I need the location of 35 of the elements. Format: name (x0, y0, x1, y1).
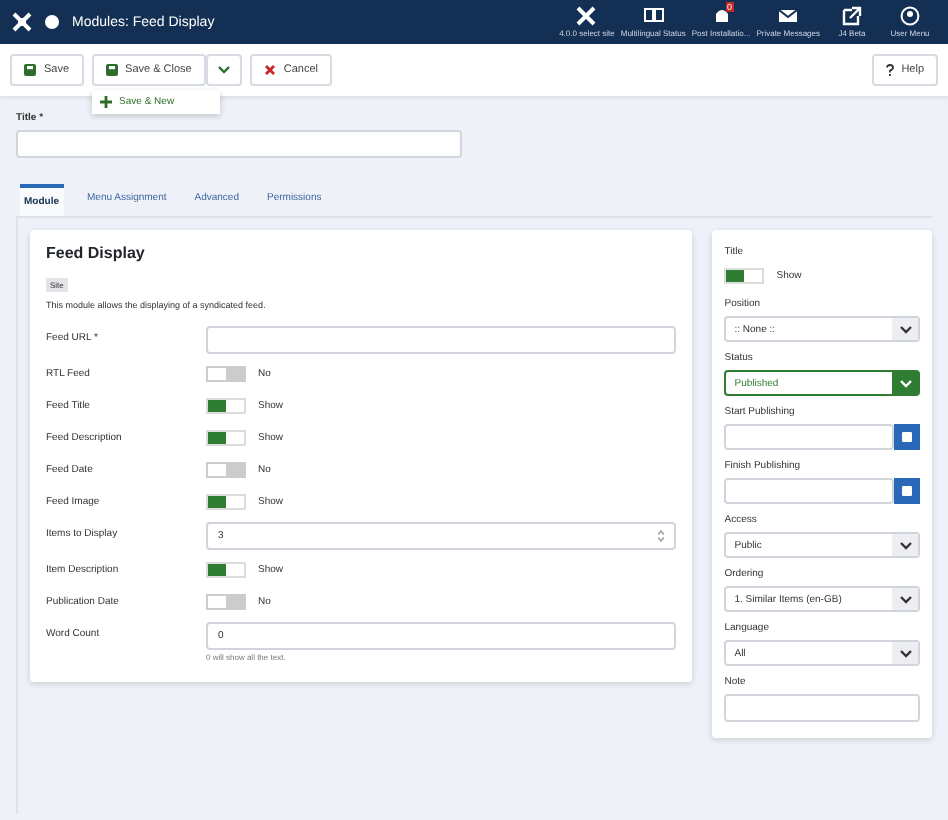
floppy-disk-icon (105, 64, 118, 76)
section-title: Feed Display (46, 244, 147, 262)
chevron-icon (899, 541, 911, 549)
chevron-icon (899, 325, 911, 333)
cross-icon (576, 6, 597, 26)
date-field[interactable] (724, 424, 894, 450)
text-field[interactable] (724, 694, 920, 722)
title-input[interactable] (16, 130, 462, 158)
spinner-icon (658, 530, 665, 542)
text-field[interactable] (206, 326, 677, 354)
calendar-button[interactable] (894, 478, 920, 504)
chevron-icon (899, 595, 911, 603)
floppy-disk-icon (24, 64, 36, 76)
question-mark-icon (885, 64, 894, 76)
close-icon (263, 64, 276, 76)
toggle-switch[interactable] (206, 398, 246, 414)
envelope-icon (778, 6, 799, 26)
toggle-switch[interactable] (206, 562, 246, 578)
cards-icon (643, 6, 664, 26)
toggle-switch[interactable] (206, 366, 246, 382)
dropdown-button[interactable] (205, 54, 242, 86)
external-link-icon (842, 6, 862, 26)
chevron-icon (899, 379, 911, 387)
plus-icon (99, 96, 112, 108)
bell-icon (711, 6, 732, 26)
chevron-icon (899, 649, 911, 657)
toggle-switch[interactable] (206, 430, 246, 446)
date-field[interactable] (724, 478, 894, 504)
calendar-button[interactable] (894, 424, 920, 450)
toggle-switch[interactable] (206, 594, 246, 610)
toggle-switch[interactable] (724, 268, 765, 284)
toggle-switch[interactable] (206, 494, 246, 510)
user-icon (900, 6, 920, 26)
caret-icon (217, 66, 230, 74)
toggle-switch[interactable] (206, 462, 246, 478)
